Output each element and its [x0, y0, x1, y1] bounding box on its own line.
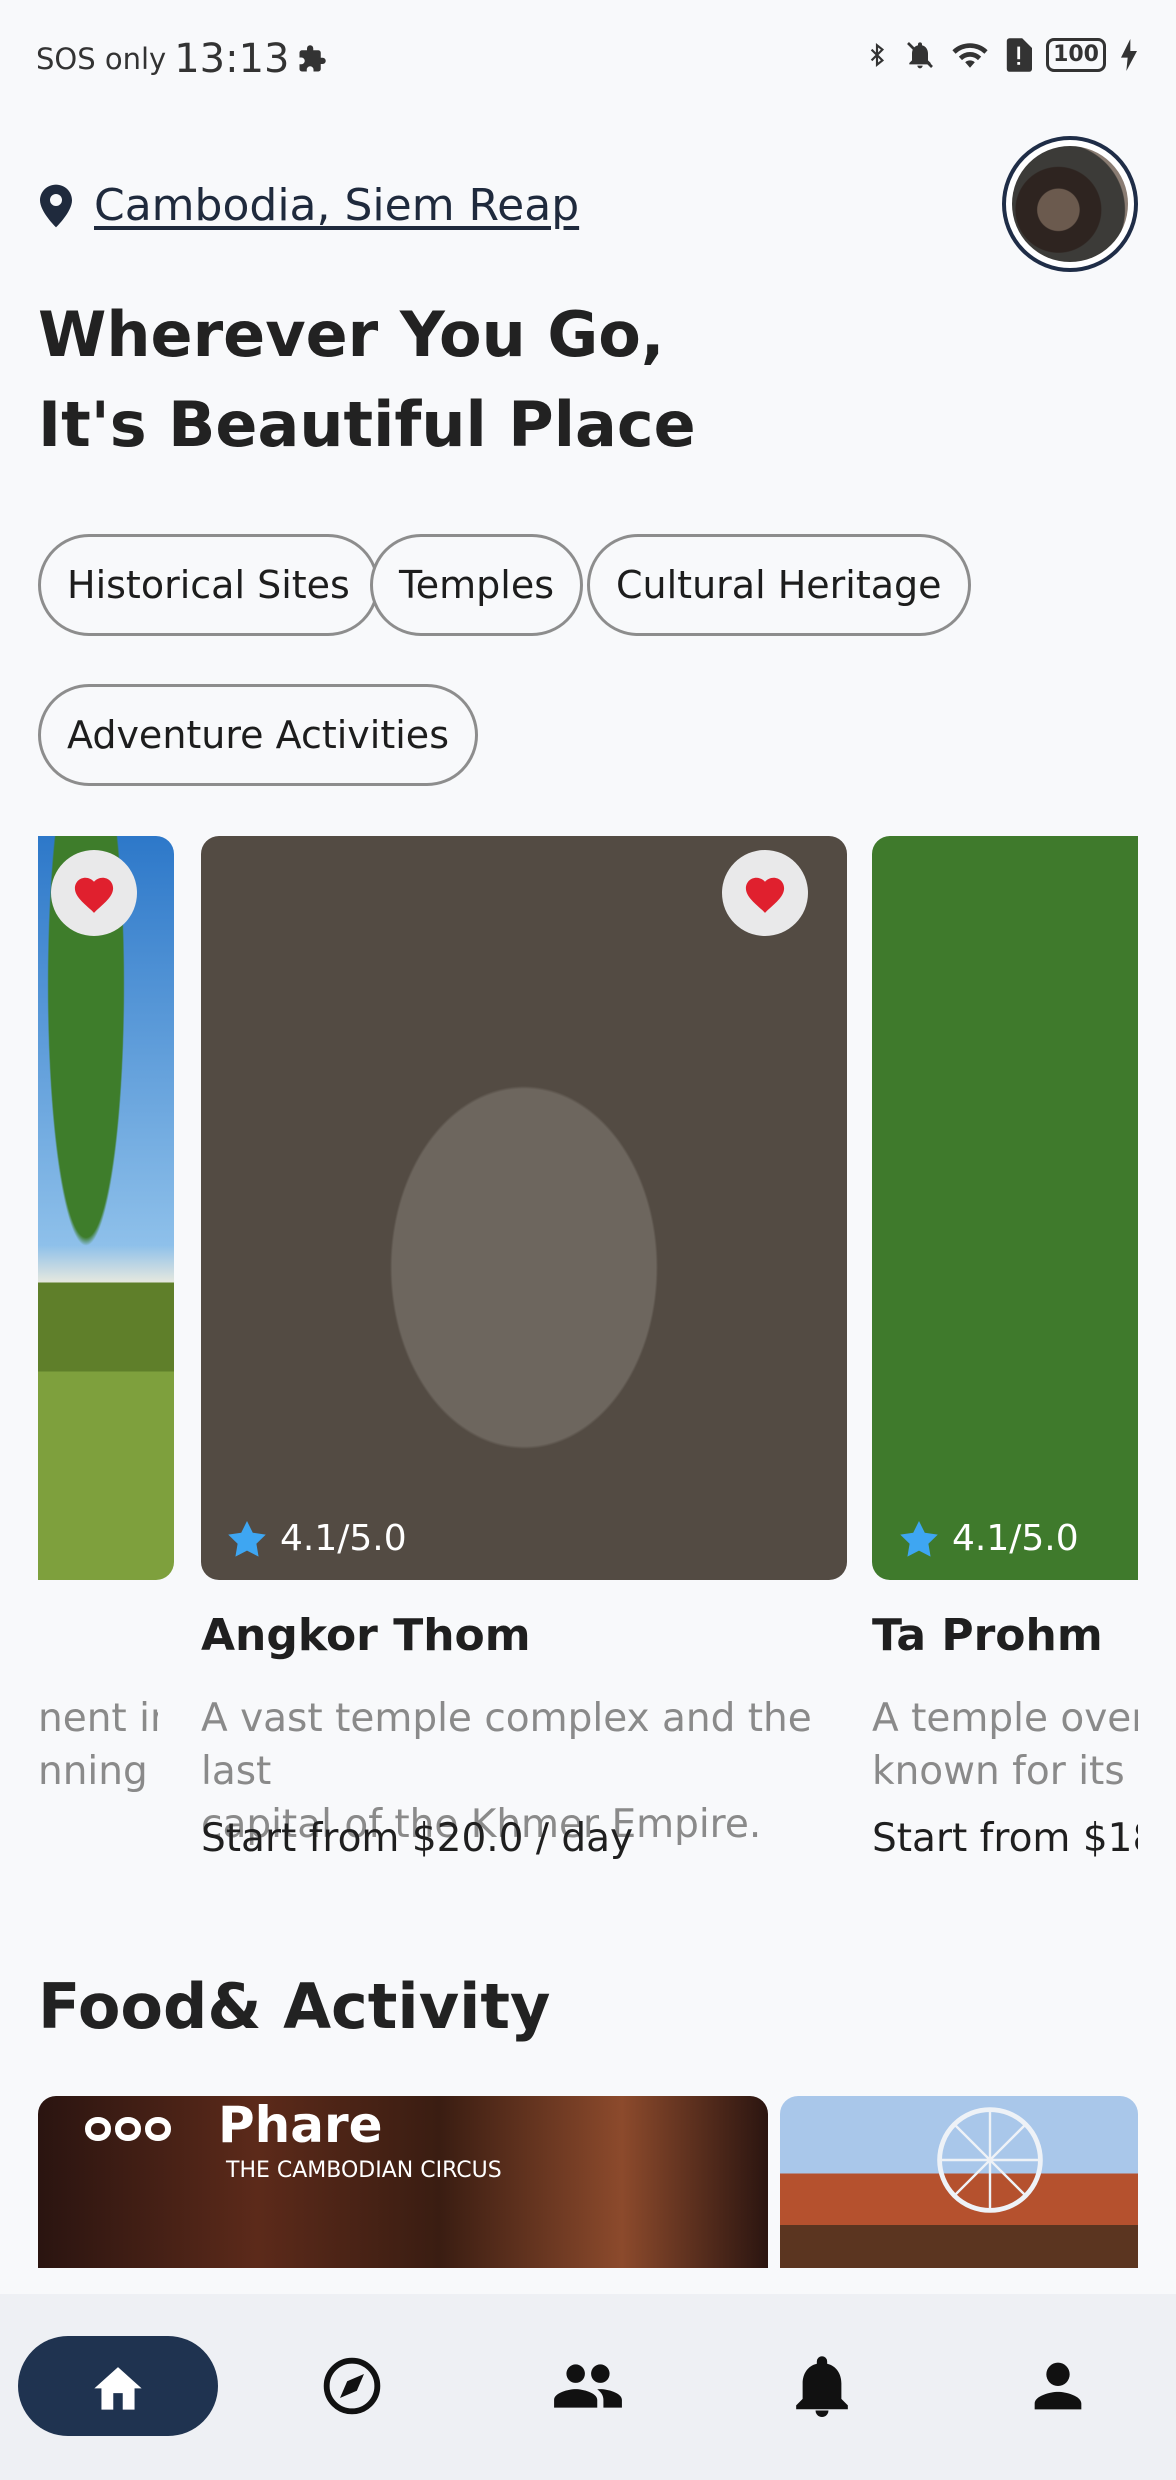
nav-notifications[interactable]: [722, 2336, 922, 2436]
section-title-food-activity: Food& Activity: [38, 1970, 551, 2043]
activity-card-1[interactable]: [780, 2096, 1138, 2268]
notifications-icon: [796, 2356, 848, 2417]
explore-icon: [323, 2357, 381, 2415]
chip-temples[interactable]: Temples: [370, 534, 584, 636]
carrier-text: SOS only: [36, 42, 167, 76]
place-title-1[interactable]: Angkor Thom: [201, 1610, 531, 1661]
phare-logo-icon: [84, 2116, 172, 2141]
heart-icon: [74, 877, 114, 913]
chip-cultural-heritage[interactable]: Cultural Heritage: [587, 534, 971, 636]
rating-1: 4.1/5.0: [228, 1518, 407, 1559]
place-desc-2: A temple overg known for its p: [872, 1696, 1138, 1794]
place-card-image-0[interactable]: [38, 836, 174, 1580]
heart-icon: [745, 877, 785, 913]
puzzle-icon: [299, 45, 327, 72]
chip-adventure-activities[interactable]: Adventure Activities: [38, 684, 478, 786]
star-icon: [900, 1520, 938, 1557]
place-desc-0: nent in nning: [38, 1696, 158, 1794]
nav-profile[interactable]: [958, 2336, 1158, 2436]
place-card-image-2[interactable]: [872, 836, 1138, 1580]
bluetooth-icon: [870, 42, 885, 68]
page-title: Wherever You Go, It's Beautiful Place: [38, 290, 696, 470]
favorite-button-1[interactable]: [722, 850, 808, 936]
nav-community[interactable]: [488, 2336, 688, 2436]
avatar-image: [1012, 146, 1128, 262]
location-selector[interactable]: Cambodia, Siem Reap: [40, 180, 579, 231]
place-price-2: Start from $18: [872, 1816, 1138, 1861]
avatar[interactable]: [1002, 136, 1138, 272]
activity-card-subtitle: THE CAMBODIAN CIRCUS: [226, 2158, 502, 2183]
wifi-icon: [952, 43, 988, 68]
clock: 13:13: [174, 36, 290, 82]
community-icon: [554, 2364, 622, 2408]
location-text[interactable]: Cambodia, Siem Reap: [94, 180, 579, 231]
mute-bell-icon: [907, 42, 934, 69]
sim-alert-icon: [1006, 38, 1033, 72]
bottom-navigation: [0, 2294, 1176, 2480]
location-pin-icon: [40, 184, 72, 227]
battery-indicator: 100: [1046, 38, 1106, 72]
favorite-button-0[interactable]: [51, 850, 137, 936]
title-line-1: Wherever You Go,: [38, 298, 665, 371]
place-card-image-1[interactable]: [201, 836, 847, 1580]
place-title-2[interactable]: Ta Prohm: [872, 1610, 1103, 1661]
status-bar: SOS only 13:13 100: [0, 0, 1176, 120]
chip-historical-sites[interactable]: Historical Sites: [38, 534, 379, 636]
place-price-1: Start from $20.0 / day: [201, 1816, 634, 1861]
nav-explore[interactable]: [252, 2336, 452, 2436]
star-icon: [228, 1520, 266, 1557]
title-line-2: It's Beautiful Place: [38, 388, 696, 461]
nav-home[interactable]: [18, 2336, 218, 2436]
rating-2: 4.1/5.0: [900, 1518, 1079, 1559]
home-icon: [94, 2367, 142, 2410]
place-carousel[interactable]: nent in nning 4.1/5.0 Angkor Thom A vast…: [38, 836, 1138, 1876]
profile-icon: [1034, 2362, 1082, 2410]
activity-card-0[interactable]: Phare THE CAMBODIAN CIRCUS: [38, 2096, 768, 2268]
activity-card-brand: Phare: [78, 2096, 383, 2159]
charging-icon: [1121, 39, 1137, 71]
ferris-wheel-icon: [937, 2107, 1043, 2213]
